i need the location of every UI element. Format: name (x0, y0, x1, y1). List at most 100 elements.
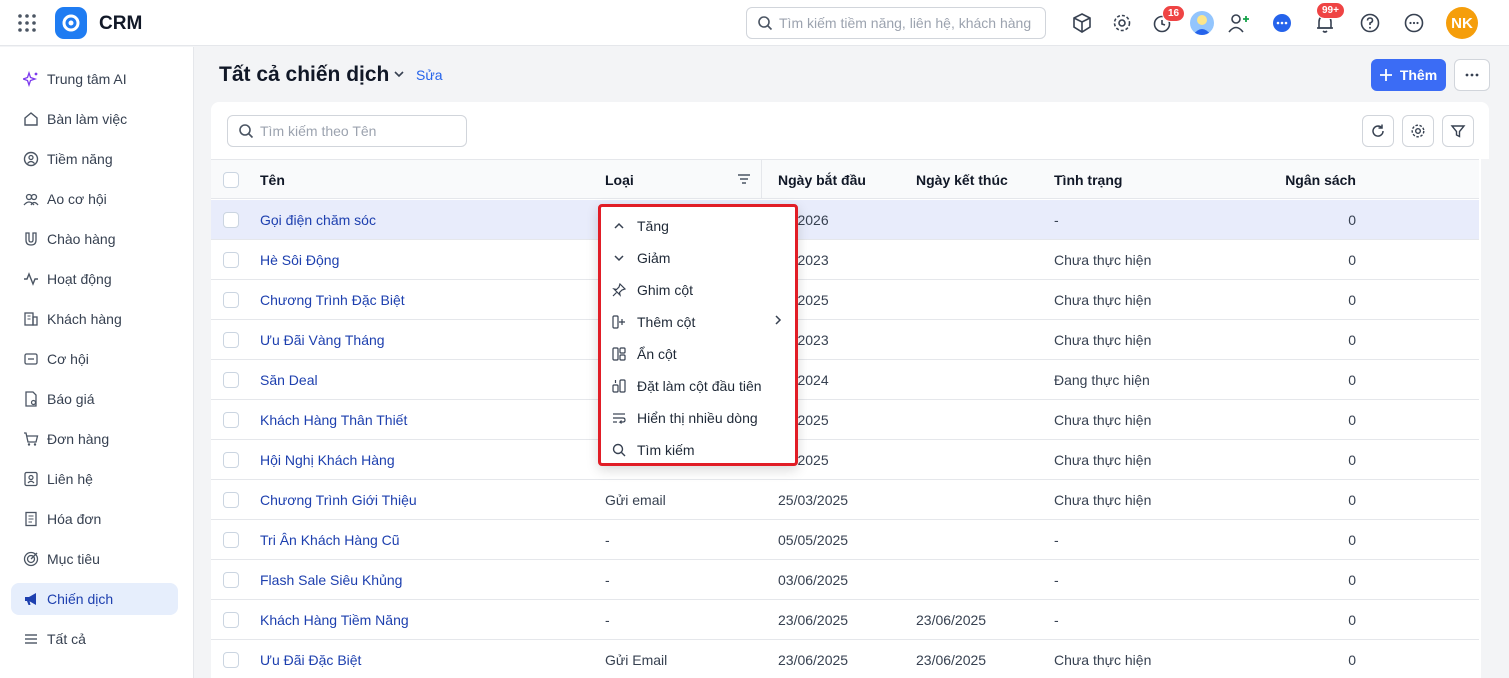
cell-name[interactable]: Săn Deal (260, 372, 318, 388)
table-row[interactable]: Flash Sale Siêu Khủng - 03/06/2025 - 0 (211, 560, 1479, 600)
cell-name[interactable]: Tri Ân Khách Hàng Cũ (260, 532, 400, 548)
row-checkbox[interactable] (223, 252, 239, 268)
column-menu-icon[interactable] (737, 172, 751, 186)
menu-item-sort-descending[interactable]: Giảm (611, 244, 791, 272)
gear-icon (1410, 123, 1426, 139)
global-search[interactable] (746, 7, 1046, 39)
sidebar-item-quotes[interactable]: Báo giá (11, 383, 178, 415)
user-photo-avatar[interactable] (1190, 11, 1214, 35)
table-row[interactable]: Gọi điện chăm sóc 01/2026-0 (211, 200, 1479, 240)
chat-icon[interactable] (1270, 11, 1294, 35)
row-checkbox[interactable] (223, 372, 239, 388)
filter-button[interactable] (1442, 115, 1474, 147)
column-header-status[interactable]: Tình trạng (1054, 172, 1122, 188)
cell-type: - (605, 612, 610, 628)
vertical-scrollbar[interactable] (1481, 159, 1489, 678)
edit-view-link[interactable]: Sửa (416, 67, 443, 83)
sidebar-item-customers[interactable]: Khách hàng (11, 303, 178, 335)
help-icon[interactable] (1358, 11, 1382, 35)
cell-name[interactable]: Chương Trình Đặc Biệt (260, 292, 405, 308)
cell-name[interactable]: Ưu Đãi Đặc Biệt (260, 652, 361, 668)
table-row[interactable]: Chương Trình Giới Thiệu Gửi email 25/03/20… (211, 480, 1479, 520)
cell-name[interactable]: Khách Hàng Thân Thiết (260, 412, 407, 428)
sidebar-item-campaigns[interactable]: Chiến dịch (11, 583, 178, 615)
bell-icon[interactable]: 99+ (1313, 2, 1345, 35)
sidebar-item-workspace[interactable]: Bàn làm việc (11, 103, 178, 135)
package-icon[interactable] (1070, 11, 1094, 35)
column-header-name[interactable]: Tên (260, 172, 285, 188)
sidebar-item-ai-center[interactable]: Trung tâm AI (11, 63, 178, 95)
table-row[interactable]: Khách Hàng Thân Thiết 03/2025 Chưa thực hi… (211, 400, 1479, 440)
column-header-budget[interactable]: Ngân sách (1256, 172, 1356, 188)
select-all-checkbox[interactable] (223, 172, 239, 188)
sidebar-item-label: Tất cả (47, 631, 86, 647)
menu-item-pin-column[interactable]: Ghim cột (611, 276, 791, 304)
column-header-end-date[interactable]: Ngày kết thúc (916, 172, 1008, 188)
cell-budget: 0 (1348, 572, 1356, 588)
row-checkbox[interactable] (223, 332, 239, 348)
sidebar-item-orders[interactable]: Đơn hàng (11, 423, 178, 455)
row-checkbox[interactable] (223, 612, 239, 628)
menu-item-hide-column[interactable]: Ẩn cột (611, 340, 791, 368)
table-row[interactable]: Ưu Đãi Đặc Biệt Gửi Email 23/06/2025 23/06/… (211, 640, 1479, 678)
sidebar-item-invoices[interactable]: Hóa đơn (11, 503, 178, 535)
table-row[interactable]: Chương Trình Đặc Biệt 12/2025 Chưa thực hi… (211, 280, 1479, 320)
sidebar-item-contacts[interactable]: Liên hệ (11, 463, 178, 495)
menu-item-add-column[interactable]: Thêm cột (611, 308, 791, 336)
column-header-type[interactable]: Loại (605, 172, 634, 188)
table-row[interactable]: Hội Nghị Khách Hàng 03/2025 Chưa thực hiện… (211, 440, 1479, 480)
cell-name[interactable]: Hội Nghị Khách Hàng (260, 452, 395, 468)
table-row[interactable]: Tri Ân Khách Hàng Cũ - 05/05/2025 - 0 (211, 520, 1479, 560)
table-row[interactable]: Hè Sôi Động 12/2023 Chưa thực hiện 0 (211, 240, 1479, 280)
add-user-icon[interactable] (1227, 11, 1251, 35)
table-search[interactable] (227, 115, 467, 147)
user-avatar[interactable]: NK (1446, 7, 1478, 39)
table-search-input[interactable] (260, 123, 466, 139)
menu-item-label: Đặt làm cột đầu tiên (637, 378, 762, 394)
sidebar-item-goals[interactable]: Mục tiêu (11, 543, 178, 575)
table-row[interactable]: Ưu Đãi Vàng Tháng 12/2023 Chưa thực hiện 0 (211, 320, 1479, 360)
row-checkbox[interactable] (223, 292, 239, 308)
row-checkbox[interactable] (223, 452, 239, 468)
timer-icon[interactable]: 16 (1150, 5, 1186, 35)
cell-type: - (605, 532, 610, 548)
gear-icon[interactable] (1110, 11, 1134, 35)
cell-name[interactable]: Hè Sôi Động (260, 252, 339, 268)
sidebar-item-activities[interactable]: Hoạt động (11, 263, 178, 295)
row-checkbox[interactable] (223, 532, 239, 548)
row-checkbox[interactable] (223, 492, 239, 508)
menu-item-search[interactable]: Tìm kiếm (611, 436, 791, 464)
sidebar-item-opportunity-pool[interactable]: Ao cơ hội (11, 183, 178, 215)
row-checkbox[interactable] (223, 412, 239, 428)
more-circle-icon[interactable] (1402, 11, 1426, 35)
cell-name[interactable]: Ưu Đãi Vàng Tháng (260, 332, 385, 348)
cell-name[interactable]: Chương Trình Giới Thiệu (260, 492, 417, 508)
cell-name[interactable]: Flash Sale Siêu Khủng (260, 572, 402, 588)
more-actions-button[interactable] (1454, 59, 1490, 91)
row-checkbox[interactable] (223, 572, 239, 588)
menu-item-set-first-column[interactable]: Đặt làm cột đầu tiên (611, 372, 791, 400)
sidebar-item-opportunities[interactable]: Cơ hội (11, 343, 178, 375)
chevron-down-icon[interactable] (392, 67, 406, 81)
app-grid-icon[interactable] (17, 13, 37, 33)
global-search-input[interactable] (779, 15, 1045, 31)
menu-item-wrap-text[interactable]: Hiển thị nhiều dòng (611, 404, 791, 432)
cell-name[interactable]: Gọi điện chăm sóc (260, 212, 376, 228)
sidebar-item-leads[interactable]: Tiềm năng (11, 143, 178, 175)
table-settings-button[interactable] (1402, 115, 1434, 147)
table-row[interactable]: Khách Hàng Tiềm Năng - 23/06/2025 23/06/202… (211, 600, 1479, 640)
menu-item-sort-ascending[interactable]: Tăng (611, 212, 791, 240)
sidebar-item-offers[interactable]: Chào hàng (11, 223, 178, 255)
cell-name[interactable]: Khách Hàng Tiềm Năng (260, 612, 409, 628)
row-checkbox[interactable] (223, 652, 239, 668)
add-campaign-button[interactable]: Thêm (1371, 59, 1446, 91)
users-icon (23, 191, 39, 207)
column-header-start-date[interactable]: Ngày bắt đầu (778, 172, 866, 188)
table-row[interactable]: Săn Deal 08/2024 Đang thực hiện 0 (211, 360, 1479, 400)
refresh-button[interactable] (1362, 115, 1394, 147)
cell-budget: 0 (1348, 452, 1356, 468)
row-checkbox[interactable] (223, 212, 239, 228)
sidebar-item-all[interactable]: Tất cả (11, 623, 178, 655)
crm-logo-icon[interactable] (55, 7, 87, 39)
cell-type: - (605, 572, 610, 588)
